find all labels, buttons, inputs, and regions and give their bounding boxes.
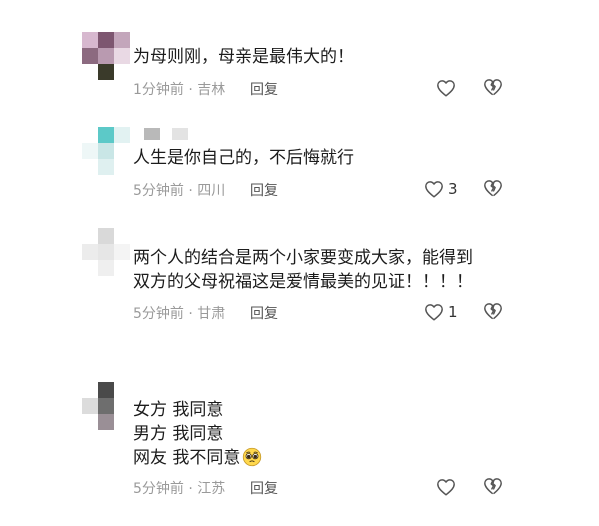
- comment-text-line: 为母则刚，母亲是最伟大的！: [133, 47, 354, 67]
- avatar-pixel: [98, 159, 114, 175]
- avatar-pixel: [98, 127, 114, 143]
- comment-time: 1分钟前: [133, 82, 184, 98]
- meta-separator: ·: [188, 82, 193, 98]
- avatar-pixel: [98, 382, 114, 398]
- comment-text-line-with-emoji: 网友 我不同意: [133, 446, 262, 470]
- avatar-pixel: [98, 414, 114, 430]
- avatar-pixel: [82, 32, 98, 48]
- comment-text-line: 网友 我不同意: [133, 448, 241, 468]
- dislike-button[interactable]: [483, 179, 503, 199]
- avatar-pixel: [98, 398, 114, 414]
- reply-button[interactable]: 回复: [250, 303, 278, 323]
- reply-button[interactable]: 回复: [250, 180, 278, 200]
- meta-separator: ·: [188, 183, 193, 199]
- avatar-pixel: [98, 143, 114, 159]
- avatar[interactable]: [82, 32, 132, 82]
- like-button[interactable]: [436, 477, 460, 497]
- username-blur: [144, 128, 160, 140]
- meta-separator: ·: [188, 481, 193, 497]
- avatar-pixel: [82, 398, 98, 414]
- dislike-button[interactable]: [483, 302, 503, 322]
- avatar-pixel: [114, 127, 130, 143]
- like-count: 1: [448, 303, 458, 321]
- avatar-pixel: [82, 244, 98, 260]
- dislike-button[interactable]: [483, 477, 503, 497]
- avatar-pixel: [98, 260, 114, 276]
- broken-heart-icon: [484, 478, 502, 495]
- avatar-pixel: [98, 228, 114, 244]
- comment-text-line: 两个人的结合是两个小家要变成大家，能得到: [133, 248, 473, 268]
- comment-time: 5分钟前: [133, 306, 184, 322]
- comment-time: 5分钟前: [133, 183, 184, 199]
- heart-outline-icon: [425, 304, 443, 321]
- pleading-face-emoji-icon: [243, 447, 262, 467]
- avatar-pixel: [114, 48, 130, 64]
- reply-button[interactable]: 回复: [250, 478, 278, 498]
- heart-outline-icon: [437, 479, 455, 496]
- avatar-pixel: [114, 244, 130, 260]
- comment-location: 甘肃: [197, 306, 226, 322]
- comment-text-line: 双方的父母祝福这是爱情最美的见证！！！！: [133, 272, 473, 292]
- username-blur: [172, 128, 188, 140]
- comment-text-line: 人生是你自己的，不后悔就行: [133, 148, 354, 168]
- comment-location: 江苏: [197, 481, 226, 497]
- avatar-pixel: [114, 32, 130, 48]
- like-button[interactable]: [436, 78, 460, 98]
- meta-separator: ·: [188, 306, 193, 322]
- reply-button[interactable]: 回复: [250, 79, 278, 99]
- comment-text: 为母则刚，母亲是最伟大的！: [133, 45, 354, 69]
- avatar-pixel: [98, 64, 114, 80]
- broken-heart-icon: [484, 79, 502, 96]
- avatar-pixel: [98, 32, 114, 48]
- comment-meta: 5分钟前 · 江苏: [133, 478, 225, 498]
- comment-text: 人生是你自己的，不后悔就行: [133, 146, 354, 170]
- avatar[interactable]: [82, 228, 132, 278]
- comment-meta: 5分钟前 · 甘肃: [133, 303, 225, 323]
- like-button[interactable]: 3: [424, 179, 458, 199]
- avatar-pixel: [82, 143, 98, 159]
- comment-text: 两个人的结合是两个小家要变成大家，能得到 双方的父母祝福这是爱情最美的见证！！！…: [133, 246, 473, 294]
- comment-location: 吉林: [197, 82, 226, 98]
- comment-text: 女方 我同意 男方 我同意 网友 我不同意: [133, 398, 262, 470]
- comment-time: 5分钟前: [133, 481, 184, 497]
- heart-outline-icon: [437, 80, 455, 97]
- avatar[interactable]: [82, 127, 132, 177]
- comment-meta: 5分钟前 · 四川: [133, 180, 225, 200]
- heart-outline-icon: [425, 181, 443, 198]
- avatar-pixel: [98, 48, 114, 64]
- broken-heart-icon: [484, 180, 502, 197]
- comment-meta: 1分钟前 · 吉林: [133, 79, 225, 99]
- like-button[interactable]: 1: [424, 302, 458, 322]
- avatar[interactable]: [82, 382, 132, 432]
- avatar-pixel: [98, 244, 114, 260]
- comment-text-line: 男方 我同意: [133, 424, 224, 444]
- like-count: 3: [448, 180, 458, 198]
- comment-text-line: 女方 我同意: [133, 400, 224, 420]
- avatar-pixel: [82, 48, 98, 64]
- broken-heart-icon: [484, 303, 502, 320]
- comment-list: 为母则刚，母亲是最伟大的！ 1分钟前 · 吉林 回复 人生是你自己的，不后悔就行…: [0, 0, 599, 526]
- comment-location: 四川: [197, 183, 226, 199]
- dislike-button[interactable]: [483, 78, 503, 98]
